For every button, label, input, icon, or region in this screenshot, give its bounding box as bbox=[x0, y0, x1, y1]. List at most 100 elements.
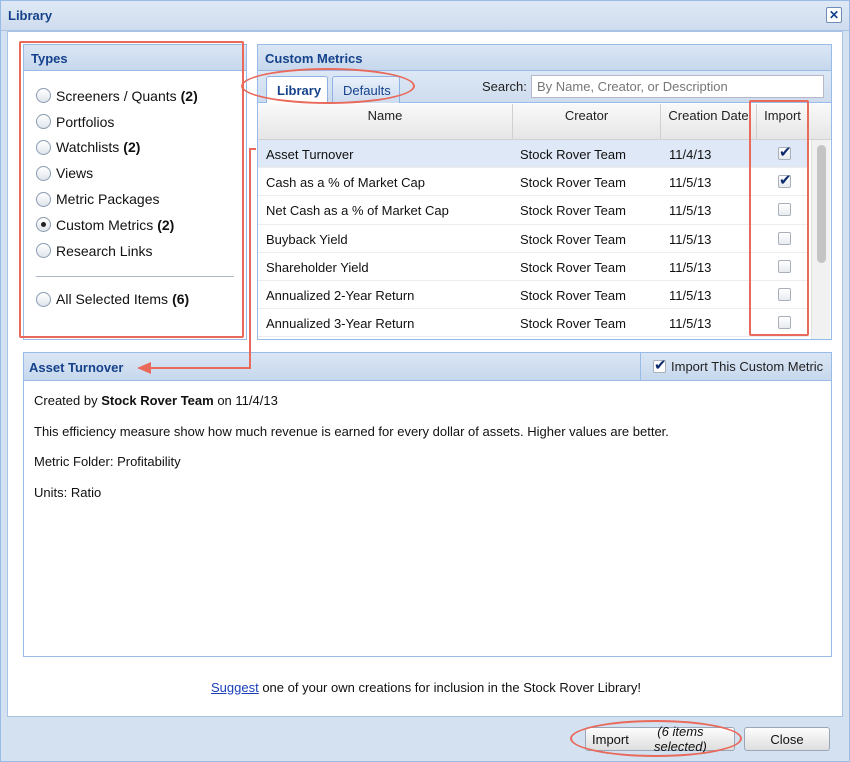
close-button[interactable]: Close bbox=[744, 727, 830, 751]
type-item-custom-metrics[interactable]: Custom Metrics (2) bbox=[36, 212, 236, 238]
dialog-footer: Import (6 items selected) Close bbox=[1, 717, 849, 761]
metric-description: This efficiency measure show how much re… bbox=[34, 423, 669, 439]
cell-name: Net Cash as a % of Market Cap bbox=[266, 203, 449, 219]
library-dialog: Library ✕ Types Screeners / Quants (2) Por… bbox=[0, 0, 850, 762]
cell-creator: Stock Rover Team bbox=[520, 287, 626, 303]
search-input[interactable] bbox=[531, 75, 824, 98]
radio-button[interactable] bbox=[36, 114, 51, 130]
tab-library[interactable]: Library bbox=[266, 76, 328, 103]
radio-button[interactable] bbox=[36, 191, 51, 207]
radio-button[interactable] bbox=[36, 165, 51, 181]
created-by-line: Created by Stock Rover Team on 11/4/13 bbox=[34, 393, 821, 408]
table-row[interactable]: Cash as a % of Market Cap Stock Rover Tea… bbox=[258, 168, 809, 197]
metric-units: Units: Ratio bbox=[34, 484, 102, 500]
type-item-label: Watchlists bbox=[56, 139, 120, 156]
table-row[interactable]: Shareholder Yield Stock Rover Team 11/5/13 bbox=[258, 253, 809, 281]
import-checkbox[interactable] bbox=[778, 171, 792, 189]
tab-defaults[interactable]: Defaults bbox=[332, 76, 400, 103]
type-item-count: (6) bbox=[172, 291, 190, 308]
cell-name: Shareholder Yield bbox=[266, 259, 369, 275]
radio-button[interactable] bbox=[36, 139, 51, 155]
import-checkbox[interactable] bbox=[778, 259, 791, 273]
table-row[interactable]: Annualized 2-Year Return Stock Rover Team… bbox=[258, 281, 809, 310]
table-row[interactable]: Annualized 3-Year Return Stock Rover Team… bbox=[258, 309, 809, 338]
import-button-label: Import bbox=[592, 731, 629, 747]
custom-metrics-toolbar: Library Defaults Search: bbox=[258, 71, 831, 103]
scrollbar-thumb[interactable] bbox=[817, 145, 826, 263]
cell-name: Asset Turnover bbox=[266, 147, 354, 162]
grid-scrollbar[interactable] bbox=[811, 140, 830, 339]
type-item-count: (2) bbox=[157, 216, 175, 233]
cell-name: Annualized 3-Year Return bbox=[266, 316, 415, 332]
types-divider bbox=[36, 275, 234, 277]
radio-button[interactable] bbox=[36, 243, 51, 259]
type-item-all-selected[interactable]: All Selected Items (6) bbox=[36, 287, 236, 313]
table-row[interactable]: Asset Turnover Stock Rover Team 11/4/13 bbox=[258, 140, 809, 169]
type-item-count: (2) bbox=[123, 139, 141, 156]
cell-creator: Stock Rover Team bbox=[520, 259, 626, 275]
table-row[interactable]: Net Cash as a % of Market Cap Stock Rover… bbox=[258, 196, 809, 225]
cell-creation-date: 11/5/13 bbox=[669, 316, 712, 332]
type-item-watchlists[interactable]: Watchlists (2) bbox=[36, 135, 236, 161]
table-row[interactable]: Buyback Yield Stock Rover Team 11/5/13 bbox=[258, 225, 809, 253]
dialog-title: Library bbox=[8, 8, 53, 23]
suggest-link[interactable]: Suggest bbox=[211, 680, 259, 695]
import-this-metric-toggle[interactable]: Import This Custom Metric bbox=[640, 353, 832, 380]
column-header-import[interactable]: Import bbox=[757, 104, 809, 139]
radio-button[interactable] bbox=[36, 88, 51, 104]
import-checkbox[interactable] bbox=[778, 287, 791, 301]
column-header-spacer bbox=[809, 104, 831, 139]
cell-creation-date: 11/5/13 bbox=[669, 203, 712, 219]
cell-creator: Stock Rover Team bbox=[520, 175, 626, 191]
import-button[interactable]: Import (6 items selected) bbox=[585, 724, 735, 754]
created-prefix: Created by bbox=[34, 393, 98, 408]
custom-metrics-panel: Custom Metrics Library Defaults Search: … bbox=[257, 44, 832, 340]
cell-name: Buyback Yield bbox=[266, 231, 348, 247]
suggest-line: Suggest one of your own creations for in… bbox=[8, 680, 844, 695]
created-date: on 11/4/13 bbox=[217, 393, 278, 408]
type-item-label: Metric Packages bbox=[56, 191, 160, 208]
type-item-metric-packages[interactable]: Metric Packages bbox=[36, 186, 236, 212]
detail-panel: Asset Turnover Import This Custom Metric… bbox=[23, 352, 832, 657]
import-checkbox[interactable] bbox=[778, 203, 791, 217]
type-item-views[interactable]: Views bbox=[36, 160, 236, 186]
radio-button[interactable] bbox=[36, 217, 51, 233]
detail-header: Asset Turnover Import This Custom Metric bbox=[24, 353, 831, 381]
close-icon[interactable]: ✕ bbox=[826, 7, 842, 23]
types-list: Screeners / Quants (2) Portfolios Watchlist… bbox=[24, 71, 246, 312]
type-item-research-links[interactable]: Research Links bbox=[36, 238, 236, 264]
dialog-body: Types Screeners / Quants (2) Portfolios Wat… bbox=[7, 31, 843, 717]
import-this-metric-label: Import This Custom Metric bbox=[671, 359, 824, 374]
radio-button[interactable] bbox=[36, 291, 51, 307]
grid-header: Name Creator Creation Date Import bbox=[258, 104, 831, 140]
cell-creator: Stock Rover Team bbox=[520, 316, 626, 332]
cell-creation-date: 11/4/13 bbox=[669, 147, 712, 162]
search-label: Search: bbox=[482, 79, 527, 94]
detail-title: Asset Turnover bbox=[29, 360, 124, 375]
cell-name: Cash as a % of Market Cap bbox=[266, 175, 425, 191]
import-button-count: (6 items selected) bbox=[654, 724, 707, 754]
import-this-metric-checkbox[interactable] bbox=[653, 356, 667, 374]
types-panel: Types Screeners / Quants (2) Portfolios Wat… bbox=[23, 44, 247, 340]
type-item-label: Custom Metrics bbox=[56, 216, 154, 233]
type-item-label: Screeners / Quants bbox=[56, 87, 177, 104]
column-header-creator[interactable]: Creator bbox=[513, 104, 661, 139]
creator-name: Stock Rover Team bbox=[101, 393, 214, 408]
types-header: Types bbox=[24, 45, 246, 71]
metric-folder: Metric Folder: Profitability bbox=[34, 454, 181, 470]
suggest-text: one of your own creations for inclusion … bbox=[258, 680, 641, 695]
column-header-creation-date[interactable]: Creation Date bbox=[661, 104, 757, 139]
cell-creator: Stock Rover Team bbox=[520, 231, 626, 247]
column-header-name[interactable]: Name bbox=[258, 104, 513, 139]
import-checkbox[interactable] bbox=[778, 143, 792, 161]
type-item-portfolios[interactable]: Portfolios bbox=[36, 109, 236, 135]
type-item-label: Views bbox=[56, 165, 94, 182]
import-checkbox[interactable] bbox=[778, 316, 791, 330]
type-item-label: Portfolios bbox=[56, 113, 115, 130]
cell-creation-date: 11/5/13 bbox=[669, 287, 712, 303]
import-checkbox[interactable] bbox=[778, 231, 791, 245]
cell-creator: Stock Rover Team bbox=[520, 203, 626, 219]
cell-creation-date: 11/5/13 bbox=[669, 259, 712, 275]
type-item-screeners-quants[interactable]: Screeners / Quants (2) bbox=[36, 83, 236, 109]
type-item-label: Research Links bbox=[56, 242, 153, 259]
